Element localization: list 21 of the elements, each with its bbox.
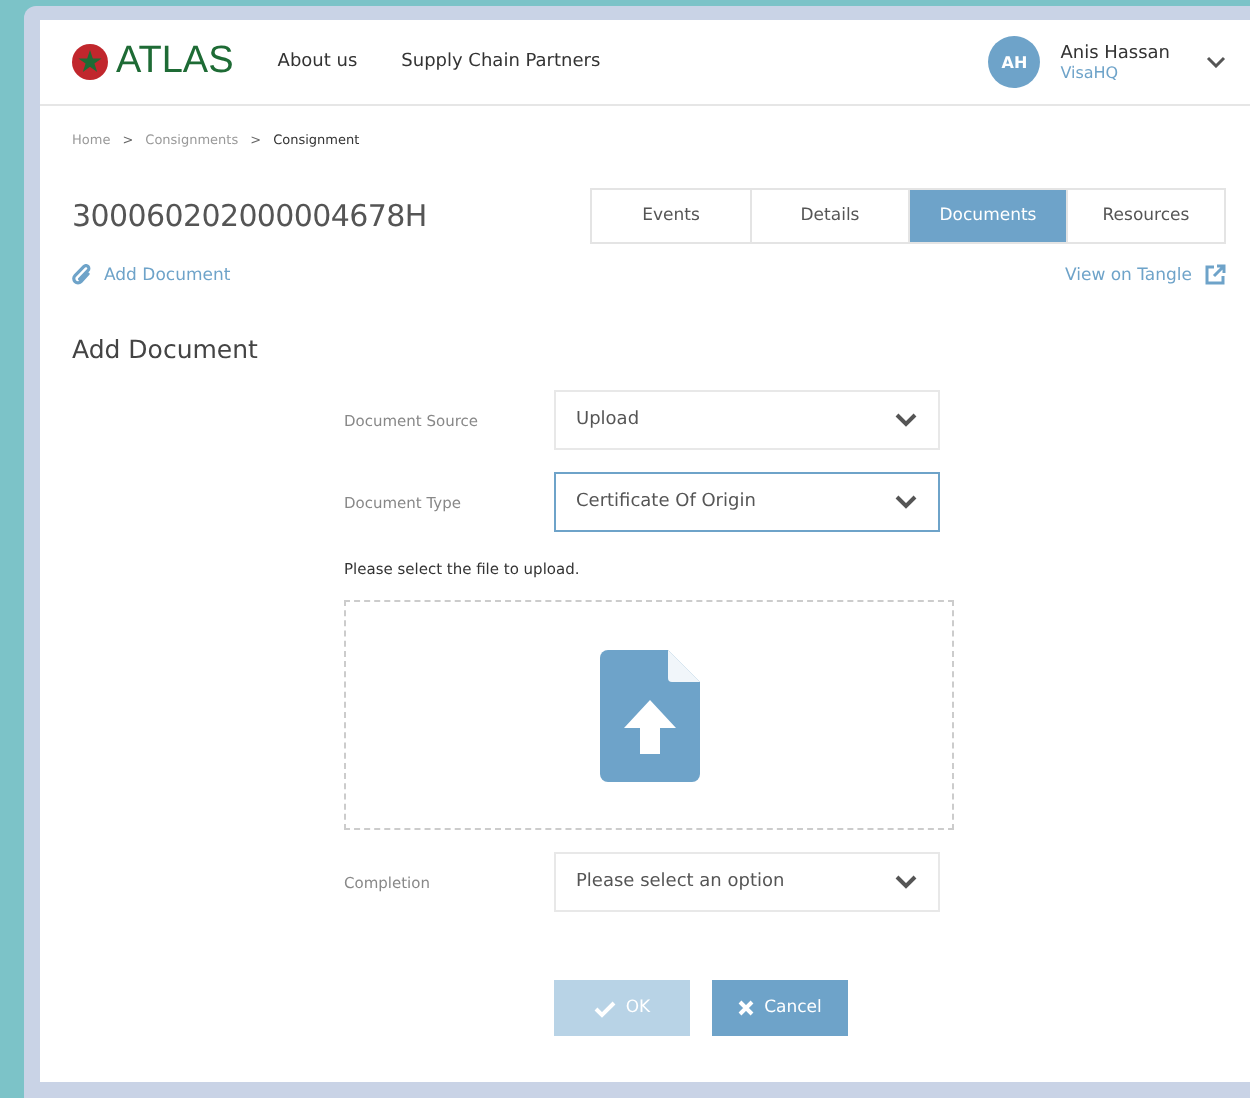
chevron-down-icon	[894, 412, 918, 428]
select-field[interactable]: Certificate Of Origin	[554, 472, 940, 532]
user-organization: VisaHQ	[1060, 63, 1121, 81]
file-drop-zone[interactable]	[344, 600, 954, 830]
user-name: Anis Hassan	[1060, 43, 1170, 63]
select-field[interactable]: Please select an option	[554, 852, 940, 912]
chevron-down-icon[interactable]	[1206, 56, 1226, 68]
external-link-icon[interactable]	[1204, 264, 1226, 286]
form-title: Add Document	[72, 334, 260, 364]
checkmark-icon	[593, 999, 616, 1017]
nav-link[interactable]: Supply Chain Partners	[401, 52, 601, 72]
flag-emblem-icon	[72, 44, 108, 80]
logo-text[interactable]: ATLAS	[116, 40, 234, 84]
chevron-down-icon	[894, 874, 918, 890]
paperclip-icon	[72, 264, 92, 286]
file-upload-icon	[599, 649, 699, 781]
nav-link[interactable]: About us	[277, 52, 358, 72]
select-field[interactable]: Upload	[554, 390, 940, 450]
chevron-down-icon	[894, 494, 918, 510]
close-icon	[738, 1000, 755, 1016]
consignment-id: 300060202000004678H	[72, 198, 429, 234]
